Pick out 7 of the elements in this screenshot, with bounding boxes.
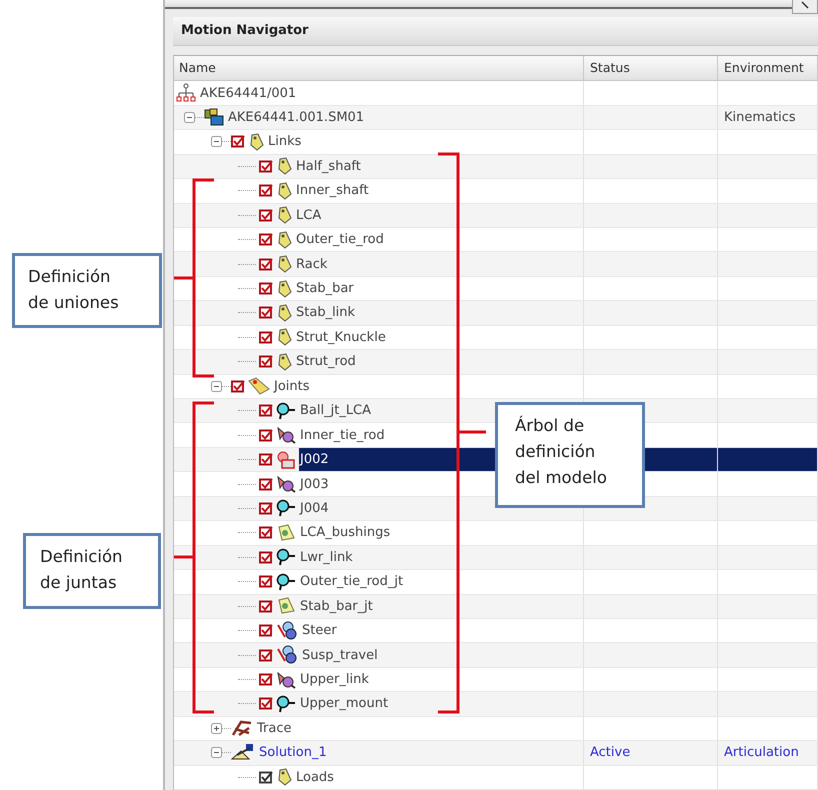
environment-cell: Articulation (724, 745, 799, 760)
annotation-tooltip: Definición de juntas (23, 533, 161, 609)
panel-title: Motion Navigator (173, 17, 818, 46)
environment-cell: Kinematics (724, 110, 796, 125)
annotation-tooltip: Definición de uniones (12, 253, 162, 328)
annotation-tooltip: Árbol de definición del modelo (495, 402, 645, 508)
status-cell: Active (590, 745, 630, 760)
